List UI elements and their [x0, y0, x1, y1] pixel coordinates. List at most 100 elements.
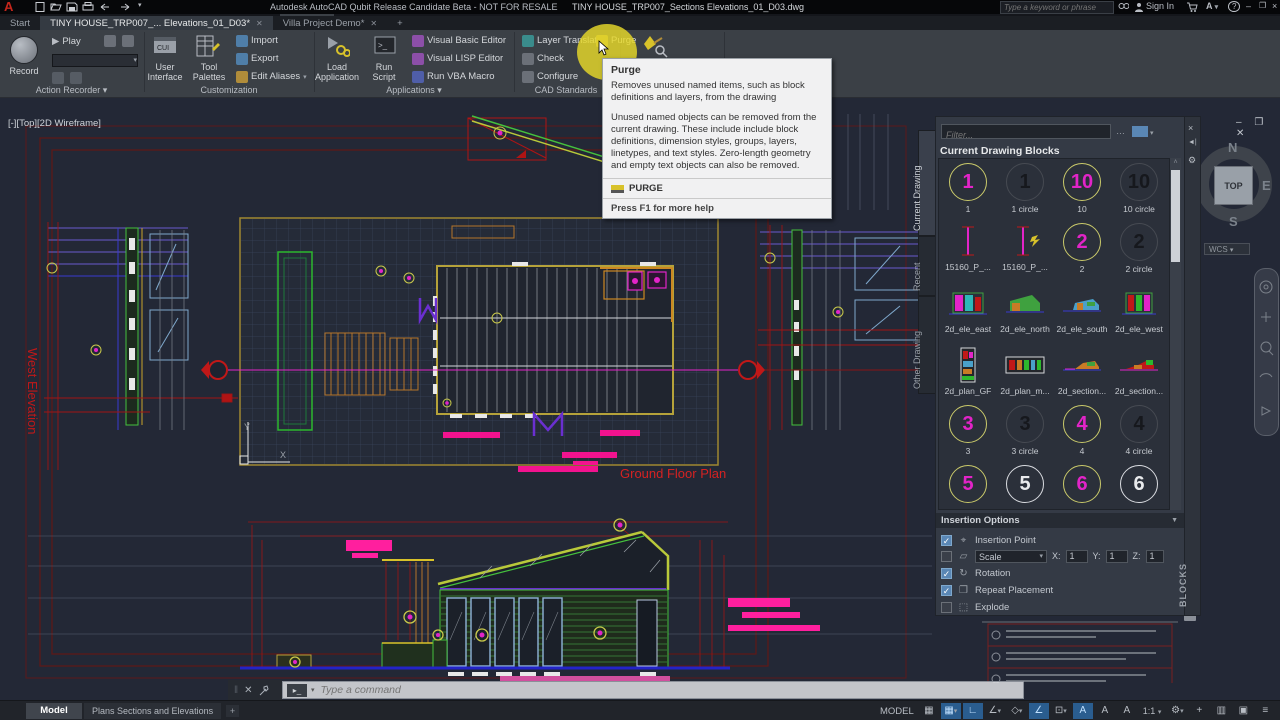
visual-basic-editor-button[interactable]: Visual Basic Editor — [412, 33, 506, 48]
snap-mode-icon[interactable]: ▦▾ — [941, 703, 961, 719]
quick-properties-icon[interactable]: ▣ — [1233, 703, 1253, 719]
block-item[interactable]: 2d_plan_m... — [998, 347, 1052, 396]
autoscale-icon[interactable]: A — [1095, 703, 1115, 719]
block-item[interactable]: 2d_plan_GF — [941, 347, 995, 396]
annotation-scale-current-icon[interactable]: A — [1117, 703, 1137, 719]
viewcube-east[interactable]: E — [1262, 178, 1271, 193]
app-store-cart-icon[interactable] — [1186, 2, 1198, 14]
block-item[interactable]: 2d_section... — [1112, 347, 1166, 396]
panel-customization[interactable]: Customization — [146, 85, 312, 95]
record-button[interactable] — [10, 36, 38, 64]
rotation-option[interactable]: ✓ ↻ Rotation — [941, 566, 1010, 580]
user-interface-button[interactable]: CUI — [152, 35, 178, 62]
block-item[interactable]: 22 — [1055, 223, 1109, 274]
palette-properties-icon[interactable]: ⚙ — [1188, 155, 1196, 166]
scale-z-input[interactable] — [1146, 550, 1164, 563]
undo-icon[interactable] — [98, 2, 110, 12]
insert-message-icon[interactable] — [104, 35, 116, 47]
block-item[interactable]: 1010 — [1055, 163, 1109, 214]
macro-dropdown[interactable]: ▾ — [52, 54, 138, 67]
block-item[interactable]: 5 — [998, 465, 1052, 506]
drawing-window-controls[interactable]: – ❐ ✕ — [1236, 117, 1280, 139]
open-file-icon[interactable] — [50, 2, 62, 12]
insert-input-icon[interactable] — [122, 35, 134, 47]
object-snap-tracking-icon[interactable]: ∠ — [1029, 703, 1049, 719]
navigation-bar[interactable] — [1254, 268, 1279, 436]
block-item[interactable]: 2d_ele_west — [1112, 285, 1166, 334]
block-item[interactable]: 5 — [941, 465, 995, 506]
command-input[interactable] — [319, 683, 1023, 697]
model-tab[interactable]: Model — [26, 703, 82, 719]
annotation-visibility-icon[interactable]: A — [1073, 703, 1093, 719]
user-icon[interactable] — [1134, 2, 1144, 14]
filter-options-icon[interactable]: … — [1116, 126, 1125, 136]
scale-checkbox[interactable] — [941, 551, 952, 562]
import-button[interactable]: Import — [236, 33, 278, 48]
viewcube-south[interactable]: S — [1229, 214, 1238, 229]
manage-macros-icon[interactable] — [70, 72, 82, 84]
object-snap-icon[interactable]: ⊡▾ — [1051, 703, 1071, 719]
close-button[interactable]: × — [1272, 1, 1277, 11]
annotation-monitor-icon[interactable]: + — [1189, 703, 1209, 719]
gallery-view-icon[interactable]: ▾ — [1132, 125, 1154, 143]
close-tab-icon[interactable]: ✕ — [256, 19, 263, 28]
block-item[interactable]: 22 circle — [1112, 223, 1166, 274]
ortho-icon[interactable]: ∟ — [963, 703, 983, 719]
autocad-logo-icon[interactable]: A — [4, 0, 26, 14]
configure-button[interactable]: Configure — [522, 69, 578, 84]
rotation-checkbox[interactable]: ✓ — [941, 568, 952, 579]
export-button[interactable]: Export — [236, 51, 278, 66]
explode-option[interactable]: ⬚ Explode — [941, 600, 1009, 614]
scrollbar-thumb[interactable] — [1171, 170, 1180, 262]
units-icon[interactable]: ▥ — [1211, 703, 1231, 719]
repeat-placement-checkbox[interactable]: ✓ — [941, 585, 952, 596]
scale-option[interactable]: ▱ Scale▾ X: Y: Z: — [941, 549, 1164, 563]
block-item[interactable]: 2d_ele_north — [998, 285, 1052, 334]
block-item[interactable]: 11 — [941, 163, 995, 214]
redo-icon[interactable] — [118, 2, 130, 12]
preference-icon[interactable] — [52, 72, 64, 84]
command-customize-icon[interactable] — [259, 685, 270, 696]
grid-icon[interactable]: ▦ — [919, 703, 939, 719]
palette-scrollbar[interactable]: ˄ — [1170, 158, 1181, 510]
block-item[interactable]: 2d_section... — [1055, 347, 1109, 396]
block-item[interactable]: 2d_ele_south — [1055, 285, 1109, 334]
new-file-icon[interactable] — [34, 2, 46, 12]
model-space-label[interactable]: MODEL — [880, 706, 914, 717]
viewport-controls[interactable]: [-][Top][2D Wireframe] — [8, 118, 101, 129]
edit-aliases-button[interactable]: Edit Aliases▾ — [236, 69, 307, 84]
viewcube-top-face[interactable]: TOP — [1214, 166, 1253, 205]
qat-customize-icon[interactable]: ▾ — [138, 1, 142, 9]
block-item[interactable]: 44 — [1055, 405, 1109, 456]
panel-applications[interactable]: Applications ▾ — [316, 85, 512, 96]
run-vba-macro-button[interactable]: Run VBA Macro — [412, 69, 495, 84]
check-button[interactable]: Check — [522, 51, 564, 66]
run-script-button[interactable]: >_ — [372, 35, 398, 62]
block-item[interactable]: 11 circle — [998, 163, 1052, 214]
annotation-scale-value[interactable]: 1:1 ▾ — [1139, 703, 1166, 719]
panel-action-recorder[interactable]: Action Recorder ▾ — [0, 85, 143, 96]
palette-close-icon[interactable]: × — [1188, 123, 1193, 133]
visual-lisp-editor-button[interactable]: Visual LISP Editor — [412, 51, 503, 66]
block-item[interactable]: 33 — [941, 405, 995, 456]
filter-input[interactable] — [942, 129, 1110, 142]
autodesk-account-icon[interactable]: A ▾ — [1206, 1, 1218, 11]
repeat-placement-option[interactable]: ✓ ❐ Repeat Placement — [941, 583, 1053, 597]
polar-tracking-icon[interactable]: ∠▾ — [985, 703, 1005, 719]
play-button[interactable]: ▶Play — [52, 34, 81, 49]
minimize-button[interactable]: – — [1246, 1, 1251, 11]
block-item[interactable]: 6 — [1055, 465, 1109, 506]
tool-palettes-button[interactable] — [194, 35, 220, 62]
scale-y-input[interactable] — [1106, 550, 1128, 563]
insertion-point-option[interactable]: ✓ ⌖ Insertion Point — [941, 533, 1036, 547]
insertion-options-header[interactable]: Insertion Options▼ — [936, 513, 1184, 528]
command-recent-icon[interactable]: ▸_ — [287, 684, 307, 697]
help-icon[interactable]: ? — [1228, 1, 1240, 11]
load-application-button[interactable] — [324, 35, 350, 62]
close-tab-icon[interactable]: ✕ — [370, 19, 377, 28]
palette-autohide-icon[interactable]: ◄| — [1188, 139, 1197, 146]
explode-checkbox[interactable] — [941, 602, 952, 613]
save-icon[interactable] — [66, 2, 78, 12]
search-input[interactable] — [1001, 2, 1113, 13]
layout-tab[interactable]: Plans Sections and Elevations — [84, 703, 221, 719]
